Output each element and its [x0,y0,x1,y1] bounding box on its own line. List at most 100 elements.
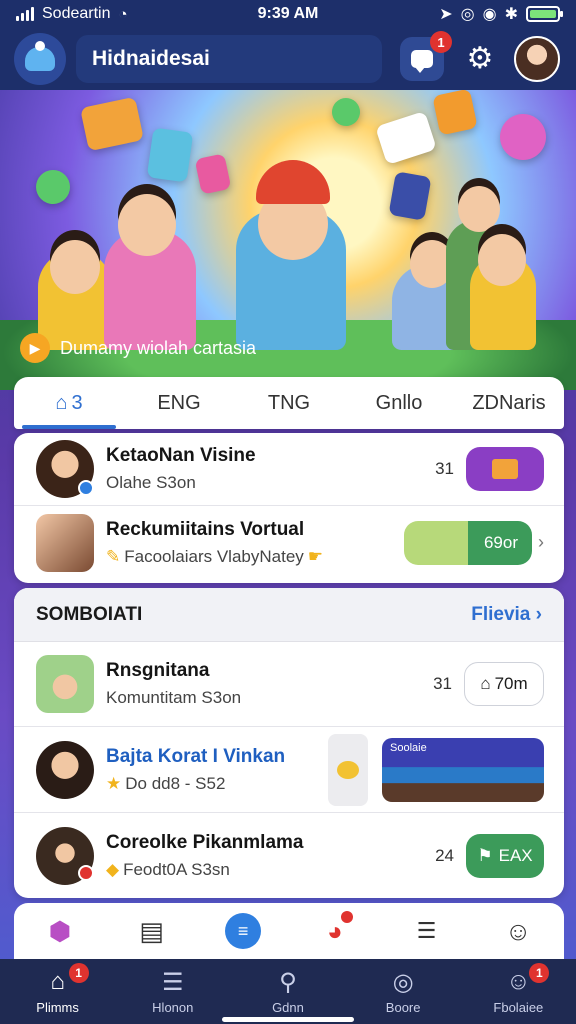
floating-card-3 [194,153,232,195]
location-icon: ➤ [439,6,453,23]
home-indicator [222,1017,354,1022]
tab-eng[interactable]: ENG [124,377,234,429]
lemon-icon [337,760,359,779]
section-title: SOMBOIATI [36,603,143,625]
action-label: 69or [483,532,518,552]
action-button[interactable]: 69or [404,520,532,565]
section-header: SOMBOIATI Flievia › [14,588,564,642]
nav-badge: 1 [68,963,89,983]
row-subtitle: Komuntitam S3on [106,688,242,707]
notify-badge-dot [340,911,353,923]
nav-label: Boore [385,1000,421,1015]
nav-list[interactable]: ☰ Hlonon [128,967,218,1016]
battery-icon [526,6,563,22]
cloud-icon [25,41,55,71]
floating-card-2 [146,127,194,183]
tv-thumbnail-button[interactable] [466,447,544,491]
nav-profile[interactable]: ☺ 1 Fbolaiee [473,963,563,1015]
online-dot [78,480,94,496]
list-item[interactable]: KetaoNan Visine Olahe S3on 31 [14,433,564,506]
list-item[interactable]: Rnsgnitana Komuntitam S3on 31 ⌂ 70m [14,642,564,727]
star-icon: ★ [106,773,122,793]
chat-app-icon[interactable]: ≡ [219,907,267,955]
chat-bubble-icon: ≡ [225,913,262,949]
code-icon[interactable]: ☰ [402,907,450,955]
tab-label: TNG [267,391,311,414]
row-count: 24 [435,845,454,865]
kid-head-4 [458,186,500,232]
row-subtitle-line: ✎ Facoolaiars VlabyNatey ☛ [106,547,404,567]
list-item[interactable]: Reckumiitains Vortual ✎ Facoolaiars Vlab… [14,506,564,579]
row-title: Rnsgnitana [106,660,210,681]
avatar [36,655,94,713]
row-text: KetaoNan Visine Olahe S3on [106,445,435,493]
bottom-navigation: ⌂ 1 Plimms ☰ Hlonon ⚲ Gdnn ◎ Boore ☺ 1 F… [0,959,576,1024]
status-left: Sodeartin ◔ [16,5,128,23]
app-logo[interactable] [14,33,66,85]
online-dot [78,864,94,881]
tab-home[interactable]: ⌂ 3 [14,377,124,429]
action-label: EAX [498,845,533,865]
nav-search[interactable]: ⚲ Gdnn [243,967,333,1016]
globe-icon: ◎ [392,968,414,996]
settings-button[interactable]: ⚙ [458,37,502,81]
avatar [36,513,94,572]
action-button[interactable]: ⚑ EAX [466,833,544,878]
nav-badge: 1 [529,963,550,983]
stadium-thumbnail[interactable]: Soolaie [382,737,544,802]
row-subtitle: Olahe S3on [106,473,196,492]
home-icon: ⌂ [55,391,68,414]
row-title: Coreolke Pikanmlama [106,831,304,853]
hexagon-app-icon[interactable]: ⬢ [36,907,84,955]
floating-card-5 [432,90,478,136]
section-link[interactable]: Flievia › [471,604,542,626]
floating-bubble [32,166,74,208]
chevron-right-icon: › [535,603,542,625]
avatar [36,440,94,498]
hero-caption-text: Dumamy wiolah cartasia [60,337,257,358]
sticker-tile[interactable] [328,733,368,806]
profile-avatar[interactable] [514,36,560,82]
action-button[interactable]: ⌂ 70m [464,662,544,706]
avatar [36,740,94,799]
flag-icon: ⚑ [477,845,493,865]
floating-card-4 [375,110,437,166]
row-text: Coreolke Pikanmlama ◆ Feodt0A S3sn [106,832,435,880]
status-bar: Sodeartin ◔ 9:39 AM ➤ ◎ ◉ ✱ [0,0,576,28]
row-text: Reckumiitains Vortual ✎ Facoolaiars Vlab… [106,519,404,567]
nav-label: Hlonon [152,1000,194,1015]
search-icon: ⚲ [279,968,297,996]
floating-card-1 [80,96,144,152]
row-text: Bajta Korat I Vinkan ★ Do dd8 - S52 [106,746,328,794]
section-card: SOMBOIATI Flievia › Rnsgnitana Komuntita… [14,588,564,898]
list-item[interactable]: Bajta Korat I Vinkan ★ Do dd8 - S52 Sool… [14,727,564,813]
chevron-right-icon[interactable]: › [538,532,544,553]
face-icon[interactable]: ☺ [494,907,542,955]
list-item[interactable]: Coreolke Pikanmlama ◆ Feodt0A S3sn 24 ⚑ … [14,813,564,898]
notify-app-icon[interactable]: ◕ [311,907,359,955]
row-subtitle-line: ◆ Feodt0A S3sn [106,860,435,880]
thumbnail-label: Soolaie [390,741,427,754]
alarm-icon: ◎ [460,6,475,23]
app-title-box[interactable]: Hidnaidesai [76,35,382,83]
row-count: 31 [435,459,454,478]
row-count: 31 [433,674,452,693]
tab-gnllo[interactable]: Gnllo [344,377,454,429]
tag-icon: ◆ [106,859,120,879]
tab-label: ZDNaris [472,391,546,414]
row-subtitle: Feodt0A S3sn [123,859,230,879]
thumb-icon: ☛ [307,546,324,566]
play-icon[interactable]: ▶ [20,333,50,363]
floating-heart [495,109,551,165]
bag-icon[interactable]: ▤ [127,907,175,955]
avatar [36,826,94,885]
status-time: 9:39 AM [257,5,319,22]
wifi-icon: ◔ [118,5,128,23]
app-header: Hidnaidesai 1 ⚙ [0,28,576,90]
tab-tng[interactable]: TNG [234,377,344,429]
tab-zdnaris[interactable]: ZDNaris [454,377,564,429]
messages-button[interactable]: 1 [400,31,452,81]
nav-globe[interactable]: ◎ Boore [358,967,448,1016]
section-link-label: Flievia [471,603,531,625]
nav-home[interactable]: ⌂ 1 Plimms [13,963,103,1015]
